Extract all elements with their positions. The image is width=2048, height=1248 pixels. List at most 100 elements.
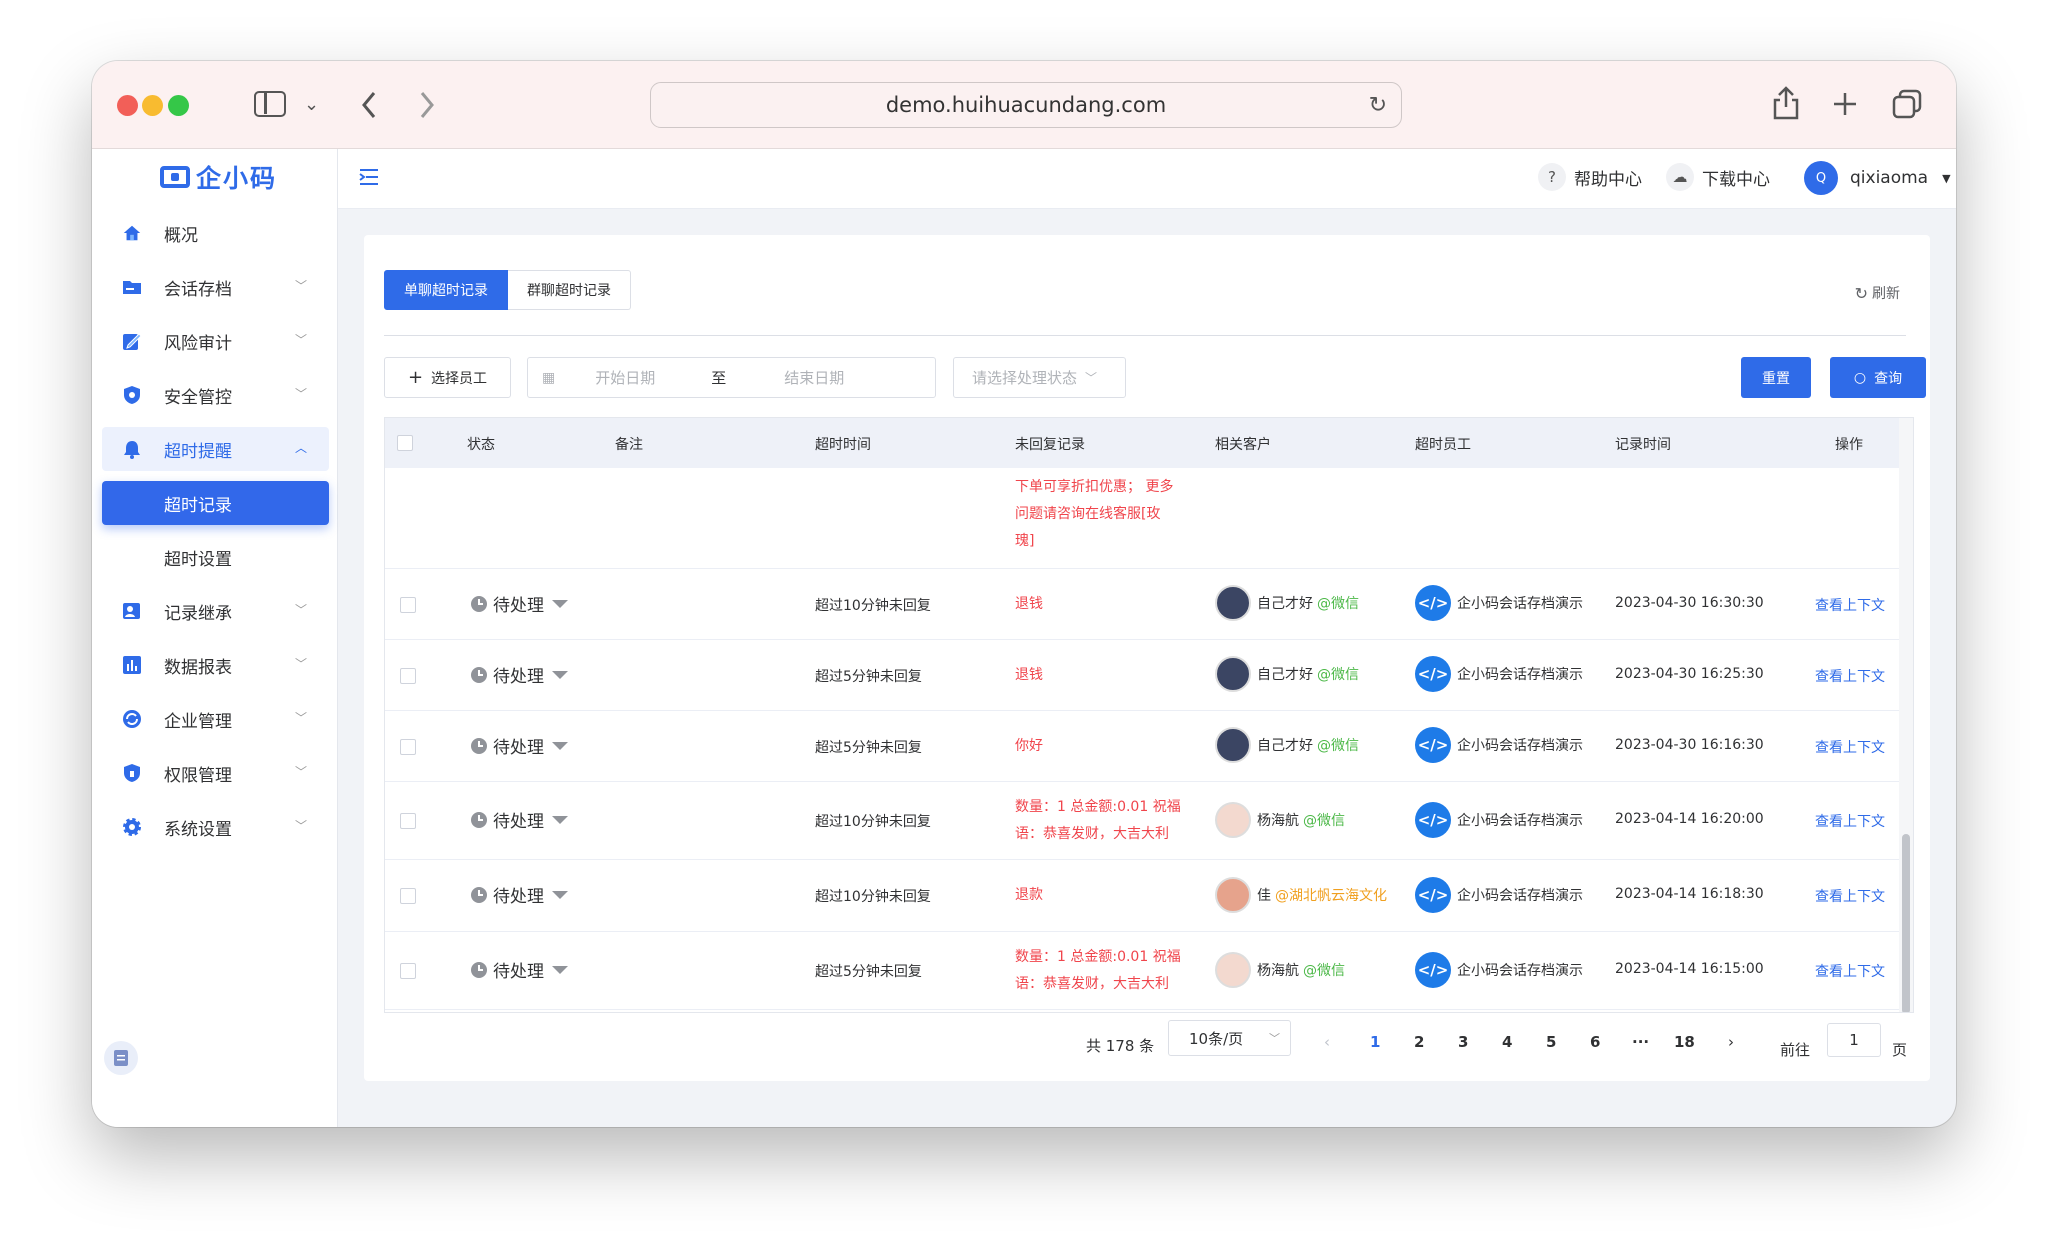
record-time: 2023-04-30 16:16:30	[1615, 737, 1764, 753]
document-icon[interactable]	[104, 1041, 138, 1075]
page-size-select[interactable]: 10条/页 ﹀	[1168, 1020, 1291, 1056]
sidebar-item-record-inherit[interactable]: 记录继承 ﹀	[102, 589, 329, 633]
view-context-link[interactable]: 查看上下文	[1815, 666, 1885, 686]
view-context-link[interactable]: 查看上下文	[1815, 886, 1885, 906]
code-logo-icon: </>	[1415, 877, 1451, 913]
row-checkbox[interactable]	[400, 739, 416, 755]
records-table: 状态 备注 超时时间 未回复记录 相关客户 超时员工 记录时间 操作 下单可享折…	[384, 417, 1914, 1013]
prev-page-icon[interactable]: ‹	[1324, 1033, 1330, 1051]
app-logo[interactable]: 企小码	[160, 159, 277, 195]
customer-cell: 自己才好 @微信	[1215, 656, 1359, 692]
customer-source-tag: @微信	[1317, 667, 1359, 683]
reload-icon[interactable]: ↻	[1369, 93, 1387, 118]
sidebar-item-label: 会话存档	[164, 279, 232, 300]
divider	[384, 335, 1906, 336]
row-checkbox[interactable]	[400, 813, 416, 829]
view-context-link[interactable]: 查看上下文	[1815, 811, 1885, 831]
view-context-link[interactable]: 查看上下文	[1815, 595, 1885, 615]
page-4[interactable]: 4	[1502, 1033, 1512, 1051]
page-6[interactable]: 6	[1590, 1033, 1600, 1051]
goto-page-input[interactable]: 1	[1827, 1023, 1881, 1057]
customer-source-tag: @微信	[1303, 963, 1345, 979]
sidebar-item-security[interactable]: 安全管控 ﹀	[102, 373, 329, 417]
sidebar-item-enterprise[interactable]: 企业管理 ﹀	[102, 697, 329, 741]
avatar	[1215, 877, 1251, 913]
address-bar[interactable]: demo.huihuacundang.com ↻	[650, 82, 1402, 128]
status-dropdown[interactable]: 待处理	[471, 882, 568, 907]
new-tab-icon[interactable]	[1832, 91, 1858, 117]
chevron-down-icon: ﹀	[294, 387, 307, 401]
status-dropdown[interactable]: 待处理	[471, 957, 568, 982]
tab-single-chat[interactable]: 单聊超时记录	[384, 270, 508, 310]
table-scrollbar[interactable]	[1899, 418, 1913, 1012]
refresh-button[interactable]: ↻ 刷新	[1855, 283, 1900, 303]
employee-cell: </> 企小码会话存档演示	[1415, 802, 1595, 838]
status-dropdown[interactable]: 待处理	[471, 733, 568, 758]
menu-fold-icon[interactable]	[358, 167, 380, 187]
sidebar-item-data-reports[interactable]: 数据报表 ﹀	[102, 643, 329, 687]
message-line: 数量：1 总金额:0.01 祝福	[1015, 949, 1181, 965]
message-line: 语：恭喜发财，大吉大利	[1015, 826, 1169, 842]
status-dropdown[interactable]: 待处理	[471, 591, 568, 616]
download-center-link[interactable]: ☁ 下载中心	[1666, 163, 1770, 191]
row-checkbox[interactable]	[400, 597, 416, 613]
sidebar-item-risk-audit[interactable]: 风险审计 ﹀	[102, 319, 329, 363]
zoom-window-button[interactable]	[168, 95, 189, 116]
select-all-checkbox[interactable]	[397, 435, 413, 451]
status-dropdown[interactable]: 待处理	[471, 662, 568, 687]
avatar	[1215, 656, 1251, 692]
row-checkbox[interactable]	[400, 963, 416, 979]
more-pages-icon[interactable]: ···	[1632, 1033, 1649, 1051]
sidebar-toggle-icon[interactable]	[254, 91, 286, 117]
page-18[interactable]: 18	[1674, 1033, 1695, 1051]
reset-button[interactable]: 重置	[1741, 357, 1811, 398]
status-select-placeholder: 请选择处理状态	[972, 369, 1078, 387]
row-checkbox[interactable]	[400, 668, 416, 684]
date-range-picker[interactable]: ▦ 开始日期 至 结束日期	[527, 357, 936, 398]
page-1[interactable]: 1	[1370, 1033, 1380, 1051]
page-3[interactable]: 3	[1458, 1033, 1468, 1051]
user-menu[interactable]: Q qixiaoma ▼	[1804, 161, 1951, 195]
select-staff-button[interactable]: + 选择员工	[384, 357, 511, 398]
customer-name: 佳	[1257, 888, 1271, 904]
chevron-down-icon: ﹀	[294, 657, 307, 671]
view-context-link[interactable]: 查看上下文	[1815, 961, 1885, 981]
status-dropdown[interactable]: 待处理	[471, 807, 568, 832]
customer-name: 自己才好	[1257, 738, 1313, 754]
browser-titlebar: ⌄ demo.huihuacundang.com ↻	[92, 61, 1956, 149]
code-logo-icon: </>	[1415, 656, 1451, 692]
record-time: 2023-04-14 16:15:00	[1615, 961, 1764, 977]
sidebar-item-permissions[interactable]: 权限管理 ﹀	[102, 751, 329, 795]
query-button[interactable]: ○ 查询	[1830, 357, 1926, 398]
sidebar-subitem-timeout-settings[interactable]: 超时设置	[102, 535, 329, 579]
sidebar-item-overview[interactable]: 概况	[102, 211, 329, 255]
table-row: 待处理 超过5分钟未回复 退钱 自己才好 @微信 </> 企小码会话存档演示 2…	[385, 640, 1899, 711]
next-page-icon[interactable]: ›	[1728, 1033, 1734, 1051]
view-context-link[interactable]: 查看上下文	[1815, 737, 1885, 757]
scrollbar-thumb[interactable]	[1902, 834, 1910, 1012]
help-center-link[interactable]: ? 帮助中心	[1538, 163, 1642, 191]
page-5[interactable]: 5	[1546, 1033, 1556, 1051]
share-icon[interactable]	[1772, 85, 1800, 121]
chevron-down-icon[interactable]: ⌄	[304, 90, 319, 120]
end-date-input[interactable]: 结束日期	[784, 367, 844, 388]
status-select[interactable]: 请选择处理状态 ﹀	[953, 357, 1126, 398]
code-logo-icon: </>	[1415, 585, 1451, 621]
sidebar-subitem-timeout-records[interactable]: 超时记录	[102, 481, 329, 525]
row-checkbox[interactable]	[400, 888, 416, 904]
back-arrow-icon[interactable]	[360, 91, 378, 119]
sidebar-item-system-settings[interactable]: 系统设置 ﹀	[102, 805, 329, 849]
message-line: 语：恭喜发财，大吉大利	[1015, 976, 1169, 992]
unreplied-message: 退钱	[1015, 662, 1043, 689]
close-window-button[interactable]	[117, 95, 138, 116]
start-date-input[interactable]: 开始日期	[595, 367, 685, 388]
tabs-overview-icon[interactable]	[1892, 89, 1922, 119]
sidebar-item-chat-archive[interactable]: 会话存档 ﹀	[102, 265, 329, 309]
lock-shield-icon	[122, 763, 142, 783]
minimize-window-button[interactable]	[142, 95, 163, 116]
forward-arrow-icon[interactable]	[418, 91, 436, 119]
employee-name: 企小码会话存档演示	[1457, 813, 1583, 829]
page-2[interactable]: 2	[1414, 1033, 1424, 1051]
sidebar-item-timeout-alert[interactable]: 超时提醒 ︿	[102, 427, 329, 471]
tab-group-chat[interactable]: 群聊超时记录	[508, 270, 631, 310]
